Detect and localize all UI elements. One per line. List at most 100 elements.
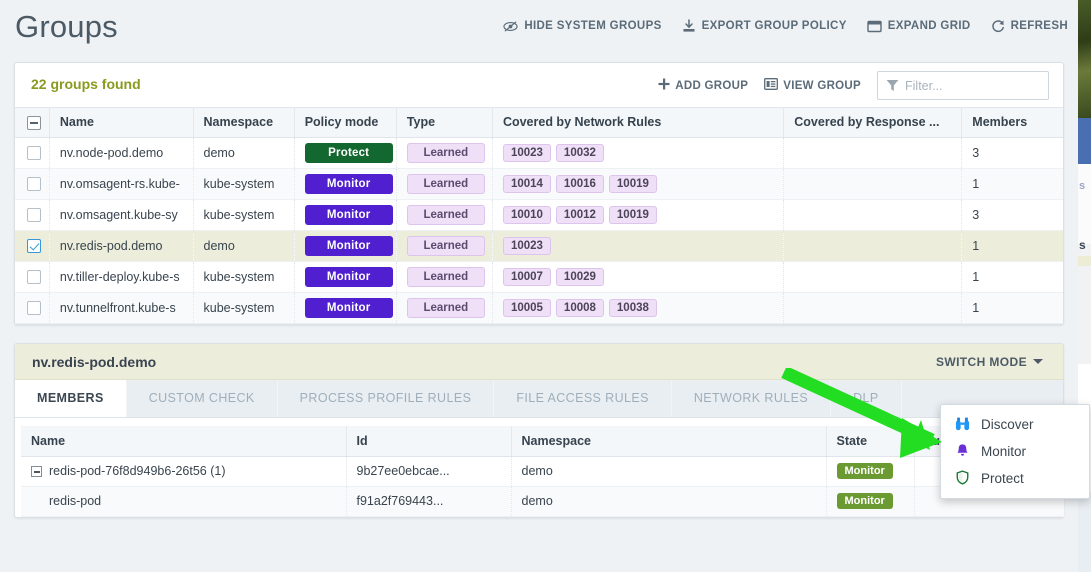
groups-grid: Name Namespace Policy mode Type Covered …	[15, 107, 1063, 324]
column-header-members[interactable]: Members	[962, 108, 1063, 138]
network-rule-chip[interactable]: 10032	[556, 144, 604, 162]
list-item[interactable]: redis-pod-76f8d949b6-26t56 (1) 9b27ee0eb…	[21, 456, 1064, 486]
row-checkbox[interactable]	[27, 208, 41, 222]
export-group-policy-button[interactable]: EXPORT GROUP POLICY	[682, 19, 847, 33]
table-row[interactable]: nv.redis-pod.demo demo Monitor Learned 1…	[15, 230, 1063, 261]
view-group-label: VIEW GROUP	[783, 80, 861, 92]
network-rule-chip[interactable]: 10005	[503, 299, 551, 317]
tab-dlp[interactable]: DLP	[831, 380, 902, 417]
cell-policy-mode: Monitor	[294, 168, 396, 199]
member-column-header-state[interactable]: State	[826, 426, 914, 457]
cell-type: Learned	[396, 292, 492, 323]
view-group-button[interactable]: VIEW GROUP	[764, 78, 861, 93]
member-column-header-name[interactable]: Name	[21, 426, 346, 457]
network-rule-chip[interactable]: 10008	[556, 299, 604, 317]
network-rule-chip[interactable]: 10012	[556, 206, 604, 224]
add-group-button[interactable]: ADD GROUP	[658, 78, 748, 93]
cell-name: nv.redis-pod.demo	[49, 230, 193, 261]
cell-network-rules: 10023	[492, 230, 783, 261]
list-item[interactable]: redis-pod f91a2f769443... demo Monitor	[21, 486, 1064, 516]
tab-members[interactable]: MEMBERS	[15, 380, 127, 417]
switch-mode-button[interactable]: SWITCH MODE	[936, 355, 1043, 369]
tab-custom-check[interactable]: CUSTOM CHECK	[127, 380, 278, 417]
row-select-cell	[15, 261, 49, 292]
switch-mode-option-protect-label: Protect	[981, 471, 1024, 486]
network-rule-chip[interactable]: 10010	[503, 206, 551, 224]
groups-grid-header-row: Name Namespace Policy mode Type Covered …	[15, 108, 1063, 138]
tab-process-profile-rules[interactable]: PROCESS PROFILE RULES	[278, 380, 495, 417]
cell-policy-mode: Monitor	[294, 230, 396, 261]
bg-khaki-strip	[1078, 256, 1091, 266]
refresh-icon	[991, 19, 1005, 33]
refresh-button[interactable]: REFRESH	[991, 19, 1068, 33]
collapse-row-icon[interactable]	[31, 466, 42, 477]
table-row[interactable]: nv.tiller-deploy.kube-s kube-system Moni…	[15, 261, 1063, 292]
network-rule-chip[interactable]: 10023	[503, 237, 551, 255]
member-cell-name: redis-pod-76f8d949b6-26t56 (1)	[21, 456, 346, 486]
column-header-response-rules[interactable]: Covered by Response ...	[784, 108, 962, 138]
member-cell-id: 9b27ee0ebcae...	[346, 456, 511, 486]
cell-namespace: demo	[193, 230, 294, 261]
network-rule-chip[interactable]: 10019	[609, 206, 657, 224]
network-rule-chip[interactable]: 10014	[503, 175, 551, 193]
row-checkbox[interactable]	[27, 270, 41, 284]
row-checkbox[interactable]	[27, 177, 41, 191]
cell-type: Learned	[396, 168, 492, 199]
filter-icon	[886, 79, 899, 97]
row-checkbox[interactable]	[27, 301, 41, 315]
column-header-name[interactable]: Name	[49, 108, 193, 138]
switch-mode-dropdown: Discover Monitor Protect	[940, 404, 1090, 499]
eye-slash-icon	[503, 20, 518, 33]
download-icon	[682, 19, 696, 33]
switch-mode-option-monitor[interactable]: Monitor	[941, 438, 1089, 465]
cell-members: 1	[962, 168, 1063, 199]
switch-mode-option-protect[interactable]: Protect	[941, 465, 1089, 492]
type-badge: Learned	[407, 143, 485, 163]
filter-field[interactable]	[877, 71, 1049, 100]
table-row[interactable]: nv.omsagent.kube-sy kube-system Monitor …	[15, 199, 1063, 230]
bell-icon	[955, 443, 970, 461]
table-row[interactable]: nv.node-pod.demo demo Protect Learned 10…	[15, 137, 1063, 168]
expand-grid-label: EXPAND GRID	[888, 20, 971, 32]
column-header-type[interactable]: Type	[396, 108, 492, 138]
member-column-header-id[interactable]: Id	[346, 426, 511, 457]
network-rule-chip[interactable]: 10029	[556, 268, 604, 286]
member-cell-id: f91a2f769443...	[346, 486, 511, 516]
cell-name: nv.omsagent-rs.kube-	[49, 168, 193, 199]
shield-icon	[955, 470, 970, 488]
network-rule-chip[interactable]: 10023	[503, 144, 551, 162]
members-grid-header-row: Name Id Namespace State Vulnerabilities	[21, 426, 1064, 457]
bg-blue-bar	[1078, 118, 1091, 164]
filter-input[interactable]	[903, 72, 1045, 99]
expand-grid-button[interactable]: EXPAND GRID	[867, 20, 971, 33]
table-row[interactable]: nv.omsagent-rs.kube- kube-system Monitor…	[15, 168, 1063, 199]
cell-response-rules	[784, 230, 962, 261]
cell-name: nv.node-pod.demo	[49, 137, 193, 168]
select-all-checkbox[interactable]	[27, 116, 41, 130]
member-cell-namespace: demo	[511, 456, 826, 486]
type-badge: Learned	[407, 298, 485, 318]
network-rule-chip[interactable]: 10007	[503, 268, 551, 286]
network-rule-chip[interactable]: 10038	[609, 299, 657, 317]
bg-footer-strip	[1078, 492, 1091, 572]
groups-found-count: 22 groups found	[31, 76, 141, 92]
column-header-policy-mode[interactable]: Policy mode	[294, 108, 396, 138]
member-column-header-namespace[interactable]: Namespace	[511, 426, 826, 457]
hide-system-groups-button[interactable]: HIDE SYSTEM GROUPS	[503, 20, 661, 33]
column-header-namespace[interactable]: Namespace	[193, 108, 294, 138]
column-header-network-rules[interactable]: Covered by Network Rules	[492, 108, 783, 138]
table-row[interactable]: nv.tunnelfront.kube-s kube-system Monito…	[15, 292, 1063, 323]
cell-policy-mode: Monitor	[294, 199, 396, 230]
grid-toolbar: 22 groups found ADD GROUP VIEW GROUP	[15, 63, 1063, 107]
tab-network-rules[interactable]: NETWORK RULES	[672, 380, 831, 417]
cell-namespace: kube-system	[193, 199, 294, 230]
row-checkbox[interactable]	[27, 239, 41, 253]
cell-type: Learned	[396, 199, 492, 230]
row-checkbox[interactable]	[27, 146, 41, 160]
cell-type: Learned	[396, 137, 492, 168]
tab-file-access-rules[interactable]: FILE ACCESS RULES	[494, 380, 672, 417]
switch-mode-option-discover[interactable]: Discover	[941, 411, 1089, 438]
policy-mode-badge: Monitor	[305, 267, 393, 287]
network-rule-chip[interactable]: 10019	[609, 175, 657, 193]
network-rule-chip[interactable]: 10016	[556, 175, 604, 193]
